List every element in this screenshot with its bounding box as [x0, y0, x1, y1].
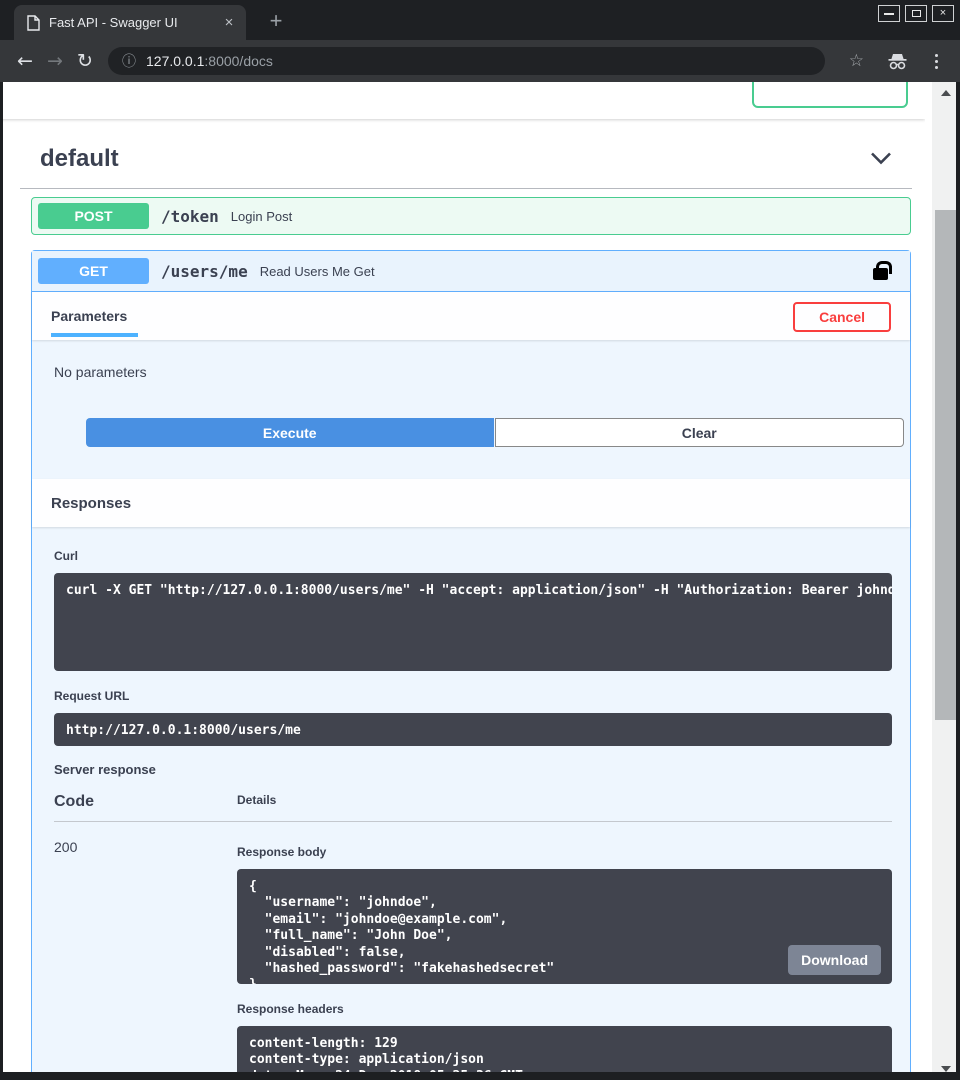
reload-icon[interactable]: ↻	[70, 50, 100, 72]
details-column-header: Details	[237, 793, 276, 811]
tag-title: default	[40, 145, 119, 173]
back-icon[interactable]: ←	[10, 50, 40, 72]
browser-menu-icon[interactable]	[931, 50, 942, 73]
minimize-icon	[884, 13, 894, 15]
minimize-button[interactable]	[878, 5, 900, 22]
response-row-200: 200 Response body { "username": "johndoe…	[54, 822, 892, 1080]
maximize-button[interactable]	[905, 5, 927, 22]
page-favicon-icon	[27, 15, 40, 31]
chevron-down-icon[interactable]	[870, 152, 892, 165]
bookmark-star-icon[interactable]: ☆	[849, 51, 864, 71]
window-controls: ×	[878, 5, 954, 22]
window-border-right	[956, 82, 960, 1080]
parameters-tab-label: Parameters	[51, 302, 127, 324]
active-tab-underline	[51, 333, 138, 337]
method-badge-get: GET	[38, 258, 149, 284]
endpoint-path: /token	[161, 207, 219, 226]
url-host: 127.0.0.1	[146, 53, 204, 69]
endpoint-summary: Read Users Me Get	[260, 264, 873, 279]
method-badge-post: POST	[38, 203, 149, 229]
tab-parameters[interactable]: Parameters	[51, 302, 138, 340]
tab-strip: Fast API - Swagger UI × + ×	[0, 0, 960, 40]
swagger-page: default POST /token Login Post GET /user…	[0, 82, 925, 1080]
download-button[interactable]: Download	[788, 945, 881, 975]
window-border-bottom	[0, 1072, 960, 1080]
browser-tab[interactable]: Fast API - Swagger UI ×	[14, 5, 246, 40]
response-body-block: { "username": "johndoe", "email": "johnd…	[237, 869, 892, 984]
page-viewport: default POST /token Login Post GET /user…	[0, 82, 960, 1080]
response-headers-label: Response headers	[237, 1002, 892, 1016]
maximize-icon	[912, 10, 921, 17]
response-body-label: Response body	[237, 845, 892, 859]
code-column-header: Code	[54, 793, 237, 811]
responses-header: Responses	[32, 479, 910, 527]
url-path: :8000/docs	[204, 53, 273, 69]
responses-body: Curl curl -X GET "http://127.0.0.1:8000/…	[32, 527, 910, 1080]
responses-title: Responses	[51, 495, 131, 522]
scrollbar-thumb[interactable]	[935, 210, 957, 720]
server-response-label: Server response	[54, 762, 890, 777]
clear-button[interactable]: Clear	[495, 418, 905, 447]
lock-icon[interactable]	[873, 268, 888, 280]
tab-title: Fast API - Swagger UI	[49, 15, 214, 30]
cancel-button[interactable]: Cancel	[793, 302, 891, 332]
curl-command[interactable]: curl -X GET "http://127.0.0.1:8000/users…	[54, 573, 892, 671]
site-info-icon[interactable]: ⓘ	[122, 51, 136, 71]
request-url-value: http://127.0.0.1:8000/users/me	[54, 713, 892, 746]
response-details: Response body { "username": "johndoe", "…	[237, 839, 892, 1080]
window-border-left	[0, 82, 3, 1080]
execute-button[interactable]: Execute	[86, 418, 494, 447]
new-tab-button[interactable]: +	[262, 8, 290, 36]
tab-close-icon[interactable]: ×	[220, 14, 238, 31]
browser-window: Fast API - Swagger UI × + × ← → ↻ ⓘ 127.…	[0, 0, 960, 1080]
incognito-icon	[886, 53, 909, 70]
authorize-button[interactable]	[752, 82, 908, 108]
execute-button-group: Execute Clear	[86, 418, 904, 447]
address-bar[interactable]: ⓘ 127.0.0.1 :8000/docs	[108, 47, 825, 75]
opblock-post-token[interactable]: POST /token Login Post	[31, 197, 911, 235]
opblock-header[interactable]: GET /users/me Read Users Me Get	[32, 251, 910, 292]
close-button[interactable]: ×	[932, 5, 954, 22]
opblock-get-users-me: GET /users/me Read Users Me Get Paramete…	[31, 250, 911, 1080]
browser-toolbar: ← → ↻ ⓘ 127.0.0.1 :8000/docs ☆	[0, 40, 960, 82]
endpoint-summary: Login Post	[231, 209, 900, 224]
status-code: 200	[54, 839, 237, 1080]
no-parameters-text: No parameters	[54, 364, 147, 380]
response-body-json: { "username": "johndoe", "email": "johnd…	[249, 879, 554, 984]
parameters-header: Parameters Cancel	[32, 292, 910, 340]
response-table-header: Code Details	[54, 793, 892, 822]
parameters-body: No parameters Execute Clear	[32, 340, 910, 447]
tag-section-header[interactable]: default	[20, 143, 912, 189]
curl-label: Curl	[54, 549, 890, 563]
scheme-container	[0, 82, 925, 119]
forward-icon[interactable]: →	[40, 50, 70, 72]
request-url-label: Request URL	[54, 689, 890, 703]
endpoint-path: /users/me	[161, 262, 248, 281]
